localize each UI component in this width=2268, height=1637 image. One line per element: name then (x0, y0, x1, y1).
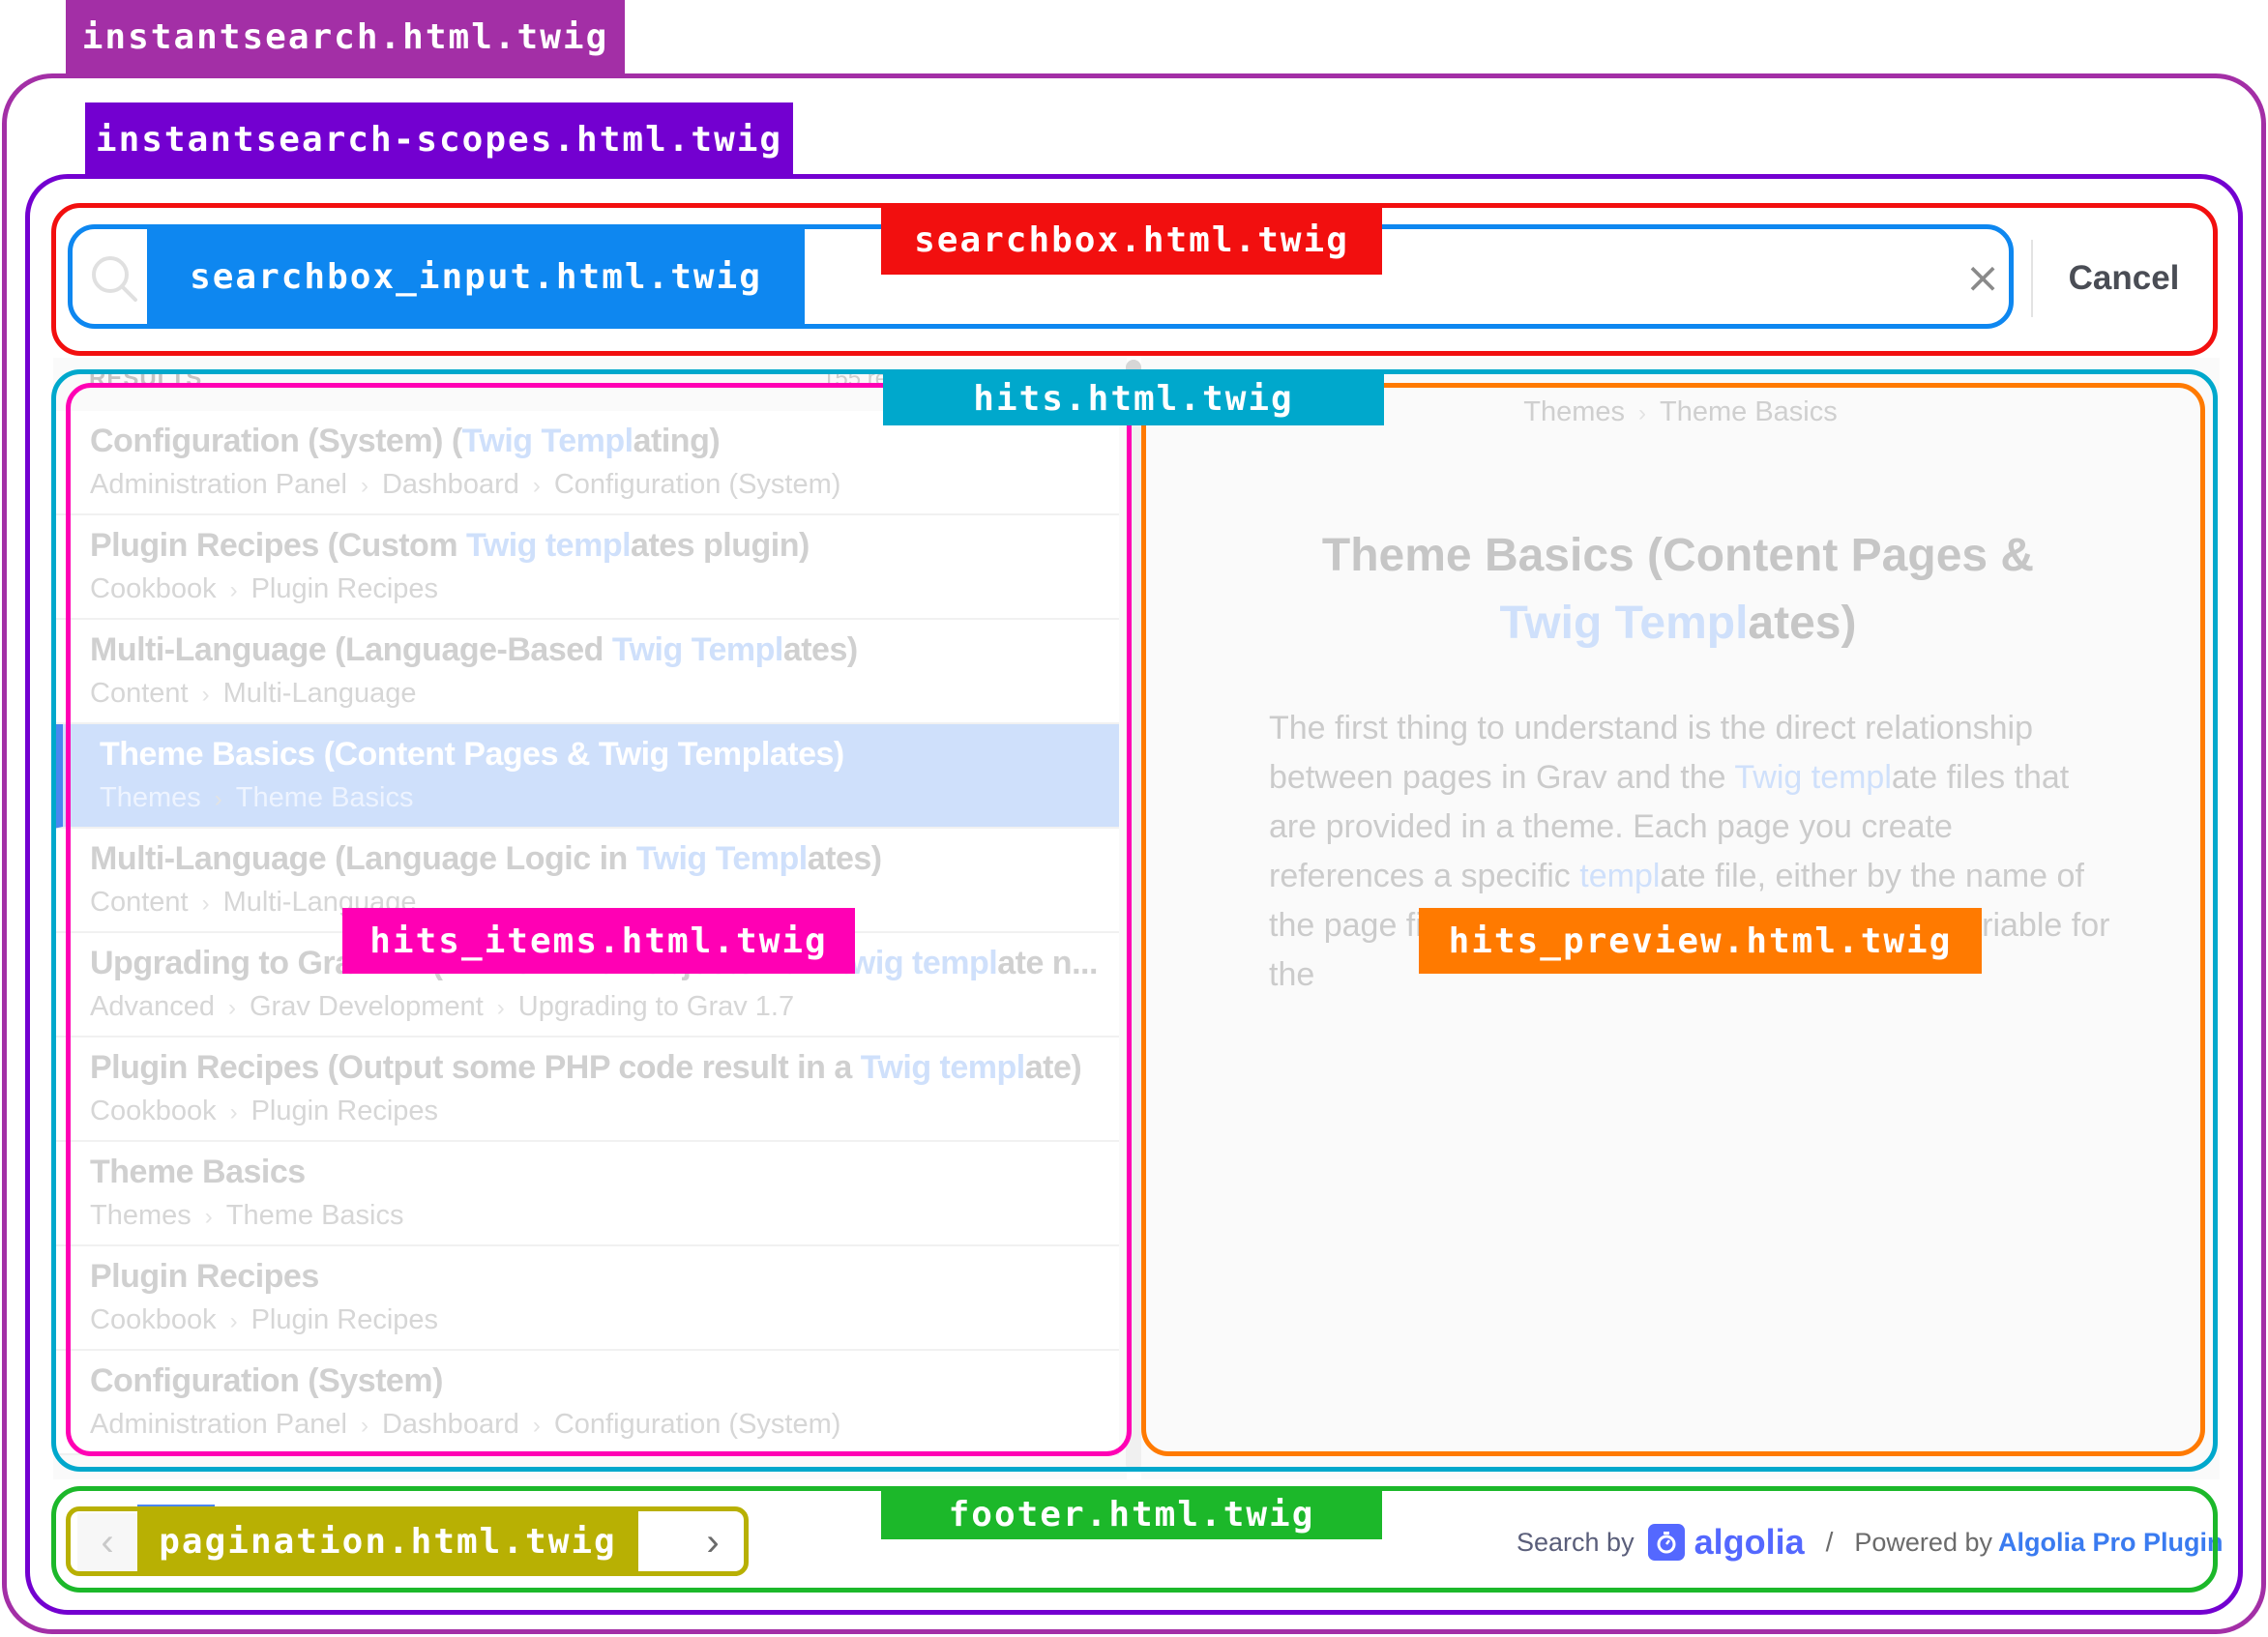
instantsearch-label: instantsearch.html.twig (66, 0, 625, 73)
hits-label: hits.html.twig (883, 371, 1384, 425)
pagination-label: pagination.html.twig (137, 1508, 638, 1574)
footer-label: footer.html.twig (881, 1490, 1382, 1539)
searchbox-input-label: searchbox_input.html.twig (147, 229, 805, 325)
searchbox-label: searchbox.html.twig (881, 205, 1382, 275)
hits-items-label: hits_items.html.twig (342, 908, 855, 974)
scopes-label: instantsearch-scopes.html.twig (85, 102, 793, 176)
hits-preview-label: hits_preview.html.twig (1419, 908, 1982, 974)
